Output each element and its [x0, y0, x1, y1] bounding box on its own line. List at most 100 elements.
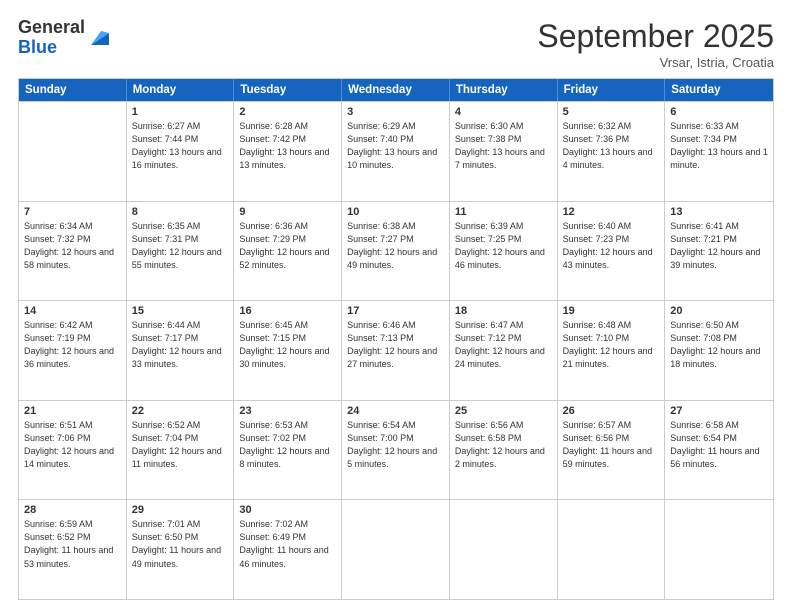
day-number: 22: [132, 405, 229, 417]
cal-cell: [558, 500, 666, 599]
cal-header-tuesday: Tuesday: [234, 79, 342, 101]
day-number: 25: [455, 405, 552, 417]
cal-header-wednesday: Wednesday: [342, 79, 450, 101]
cal-week-2: 7 Sunrise: 6:34 AM Sunset: 7:32 PM Daylig…: [19, 201, 773, 301]
day-info: Sunrise: 6:58 AM Sunset: 6:54 PM Dayligh…: [670, 419, 768, 471]
cal-cell: 17 Sunrise: 6:46 AM Sunset: 7:13 PM Dayli…: [342, 301, 450, 400]
cal-cell: 24 Sunrise: 6:54 AM Sunset: 7:00 PM Dayli…: [342, 401, 450, 500]
page: General Blue September 2025 Vrsar, Istri…: [0, 0, 792, 612]
cal-cell: [19, 102, 127, 201]
cal-cell: 27 Sunrise: 6:58 AM Sunset: 6:54 PM Dayli…: [665, 401, 773, 500]
day-info: Sunrise: 6:27 AM Sunset: 7:44 PM Dayligh…: [132, 120, 229, 172]
day-number: 9: [239, 206, 336, 218]
day-info: Sunrise: 6:59 AM Sunset: 6:52 PM Dayligh…: [24, 518, 121, 570]
day-number: 10: [347, 206, 444, 218]
day-info: Sunrise: 6:42 AM Sunset: 7:19 PM Dayligh…: [24, 319, 121, 371]
header: General Blue September 2025 Vrsar, Istri…: [18, 18, 774, 70]
cal-cell: [450, 500, 558, 599]
cal-cell: 4 Sunrise: 6:30 AM Sunset: 7:38 PM Daylig…: [450, 102, 558, 201]
cal-cell: 1Sunrise: 6:27 AM Sunset: 7:44 PM Daylig…: [127, 102, 235, 201]
day-number: 27: [670, 405, 768, 417]
calendar-header-row: SundayMondayTuesdayWednesdayThursdayFrid…: [19, 79, 773, 101]
title-block: September 2025 Vrsar, Istria, Croatia: [537, 18, 774, 70]
cal-cell: 3Sunrise: 6:29 AM Sunset: 7:40 PM Daylig…: [342, 102, 450, 201]
day-number: 18: [455, 305, 552, 317]
cal-cell: 6 Sunrise: 6:33 AM Sunset: 7:34 PM Daylig…: [665, 102, 773, 201]
day-number: 17: [347, 305, 444, 317]
cal-cell: 22 Sunrise: 6:52 AM Sunset: 7:04 PM Dayli…: [127, 401, 235, 500]
day-number: 15: [132, 305, 229, 317]
cal-header-friday: Friday: [558, 79, 666, 101]
day-info: Sunrise: 6:56 AM Sunset: 6:58 PM Dayligh…: [455, 419, 552, 471]
cal-header-saturday: Saturday: [665, 79, 773, 101]
cal-cell: [665, 500, 773, 599]
day-number: 29: [132, 504, 229, 516]
day-info: Sunrise: 6:39 AM Sunset: 7:25 PM Dayligh…: [455, 220, 552, 272]
cal-cell: 21 Sunrise: 6:51 AM Sunset: 7:06 PM Dayli…: [19, 401, 127, 500]
day-number: 4: [455, 106, 552, 118]
day-number: 23: [239, 405, 336, 417]
day-number: 21: [24, 405, 121, 417]
logo-icon: [87, 27, 109, 49]
day-info: Sunrise: 6:41 AM Sunset: 7:21 PM Dayligh…: [670, 220, 768, 272]
day-info: Sunrise: 6:52 AM Sunset: 7:04 PM Dayligh…: [132, 419, 229, 471]
day-info: Sunrise: 6:32 AM Sunset: 7:36 PM Dayligh…: [563, 120, 660, 172]
day-number: 12: [563, 206, 660, 218]
cal-header-monday: Monday: [127, 79, 235, 101]
cal-cell: 28Sunrise: 6:59 AM Sunset: 6:52 PM Dayli…: [19, 500, 127, 599]
cal-cell: [342, 500, 450, 599]
cal-cell: 13 Sunrise: 6:41 AM Sunset: 7:21 PM Dayli…: [665, 202, 773, 301]
day-info: Sunrise: 6:38 AM Sunset: 7:27 PM Dayligh…: [347, 220, 444, 272]
day-number: 16: [239, 305, 336, 317]
cal-cell: 12 Sunrise: 6:40 AM Sunset: 7:23 PM Dayli…: [558, 202, 666, 301]
day-info: Sunrise: 6:40 AM Sunset: 7:23 PM Dayligh…: [563, 220, 660, 272]
cal-cell: 9 Sunrise: 6:36 AM Sunset: 7:29 PM Daylig…: [234, 202, 342, 301]
cal-cell: 23 Sunrise: 6:53 AM Sunset: 7:02 PM Dayli…: [234, 401, 342, 500]
day-info: Sunrise: 6:33 AM Sunset: 7:34 PM Dayligh…: [670, 120, 768, 172]
cal-cell: 20Sunrise: 6:50 AM Sunset: 7:08 PM Dayli…: [665, 301, 773, 400]
cal-cell: 14 Sunrise: 6:42 AM Sunset: 7:19 PM Dayli…: [19, 301, 127, 400]
logo-blue-text: Blue: [18, 38, 85, 58]
day-number: 14: [24, 305, 121, 317]
cal-cell: 25 Sunrise: 6:56 AM Sunset: 6:58 PM Dayli…: [450, 401, 558, 500]
day-info: Sunrise: 6:51 AM Sunset: 7:06 PM Dayligh…: [24, 419, 121, 471]
day-info: Sunrise: 6:44 AM Sunset: 7:17 PM Dayligh…: [132, 319, 229, 371]
day-info: Sunrise: 6:46 AM Sunset: 7:13 PM Dayligh…: [347, 319, 444, 371]
cal-cell: 8 Sunrise: 6:35 AM Sunset: 7:31 PM Daylig…: [127, 202, 235, 301]
day-info: Sunrise: 6:50 AM Sunset: 7:08 PM Dayligh…: [670, 319, 768, 371]
cal-week-5: 28Sunrise: 6:59 AM Sunset: 6:52 PM Dayli…: [19, 499, 773, 599]
cal-header-thursday: Thursday: [450, 79, 558, 101]
subtitle: Vrsar, Istria, Croatia: [537, 55, 774, 70]
cal-week-4: 21 Sunrise: 6:51 AM Sunset: 7:06 PM Dayli…: [19, 400, 773, 500]
day-number: 3: [347, 106, 444, 118]
day-info: Sunrise: 6:48 AM Sunset: 7:10 PM Dayligh…: [563, 319, 660, 371]
cal-cell: 30Sunrise: 7:02 AM Sunset: 6:49 PM Dayli…: [234, 500, 342, 599]
day-info: Sunrise: 6:30 AM Sunset: 7:38 PM Dayligh…: [455, 120, 552, 172]
calendar-body: 1Sunrise: 6:27 AM Sunset: 7:44 PM Daylig…: [19, 101, 773, 599]
cal-cell: 18 Sunrise: 6:47 AM Sunset: 7:12 PM Dayli…: [450, 301, 558, 400]
cal-cell: 19 Sunrise: 6:48 AM Sunset: 7:10 PM Dayli…: [558, 301, 666, 400]
day-number: 19: [563, 305, 660, 317]
day-info: Sunrise: 6:53 AM Sunset: 7:02 PM Dayligh…: [239, 419, 336, 471]
day-number: 8: [132, 206, 229, 218]
day-number: 6: [670, 106, 768, 118]
day-info: Sunrise: 6:45 AM Sunset: 7:15 PM Dayligh…: [239, 319, 336, 371]
day-info: Sunrise: 6:35 AM Sunset: 7:31 PM Dayligh…: [132, 220, 229, 272]
calendar: SundayMondayTuesdayWednesdayThursdayFrid…: [18, 78, 774, 600]
day-info: Sunrise: 6:57 AM Sunset: 6:56 PM Dayligh…: [563, 419, 660, 471]
day-number: 13: [670, 206, 768, 218]
day-info: Sunrise: 6:54 AM Sunset: 7:00 PM Dayligh…: [347, 419, 444, 471]
day-number: 26: [563, 405, 660, 417]
cal-week-3: 14 Sunrise: 6:42 AM Sunset: 7:19 PM Dayli…: [19, 300, 773, 400]
day-info: Sunrise: 6:28 AM Sunset: 7:42 PM Dayligh…: [239, 120, 336, 172]
day-info: Sunrise: 6:47 AM Sunset: 7:12 PM Dayligh…: [455, 319, 552, 371]
day-info: Sunrise: 6:34 AM Sunset: 7:32 PM Dayligh…: [24, 220, 121, 272]
cal-cell: 5Sunrise: 6:32 AM Sunset: 7:36 PM Daylig…: [558, 102, 666, 201]
cal-cell: 7 Sunrise: 6:34 AM Sunset: 7:32 PM Daylig…: [19, 202, 127, 301]
logo-general-text: General: [18, 18, 85, 38]
cal-cell: 15 Sunrise: 6:44 AM Sunset: 7:17 PM Dayli…: [127, 301, 235, 400]
day-number: 24: [347, 405, 444, 417]
day-number: 7: [24, 206, 121, 218]
day-info: Sunrise: 6:36 AM Sunset: 7:29 PM Dayligh…: [239, 220, 336, 272]
cal-cell: 10 Sunrise: 6:38 AM Sunset: 7:27 PM Dayli…: [342, 202, 450, 301]
